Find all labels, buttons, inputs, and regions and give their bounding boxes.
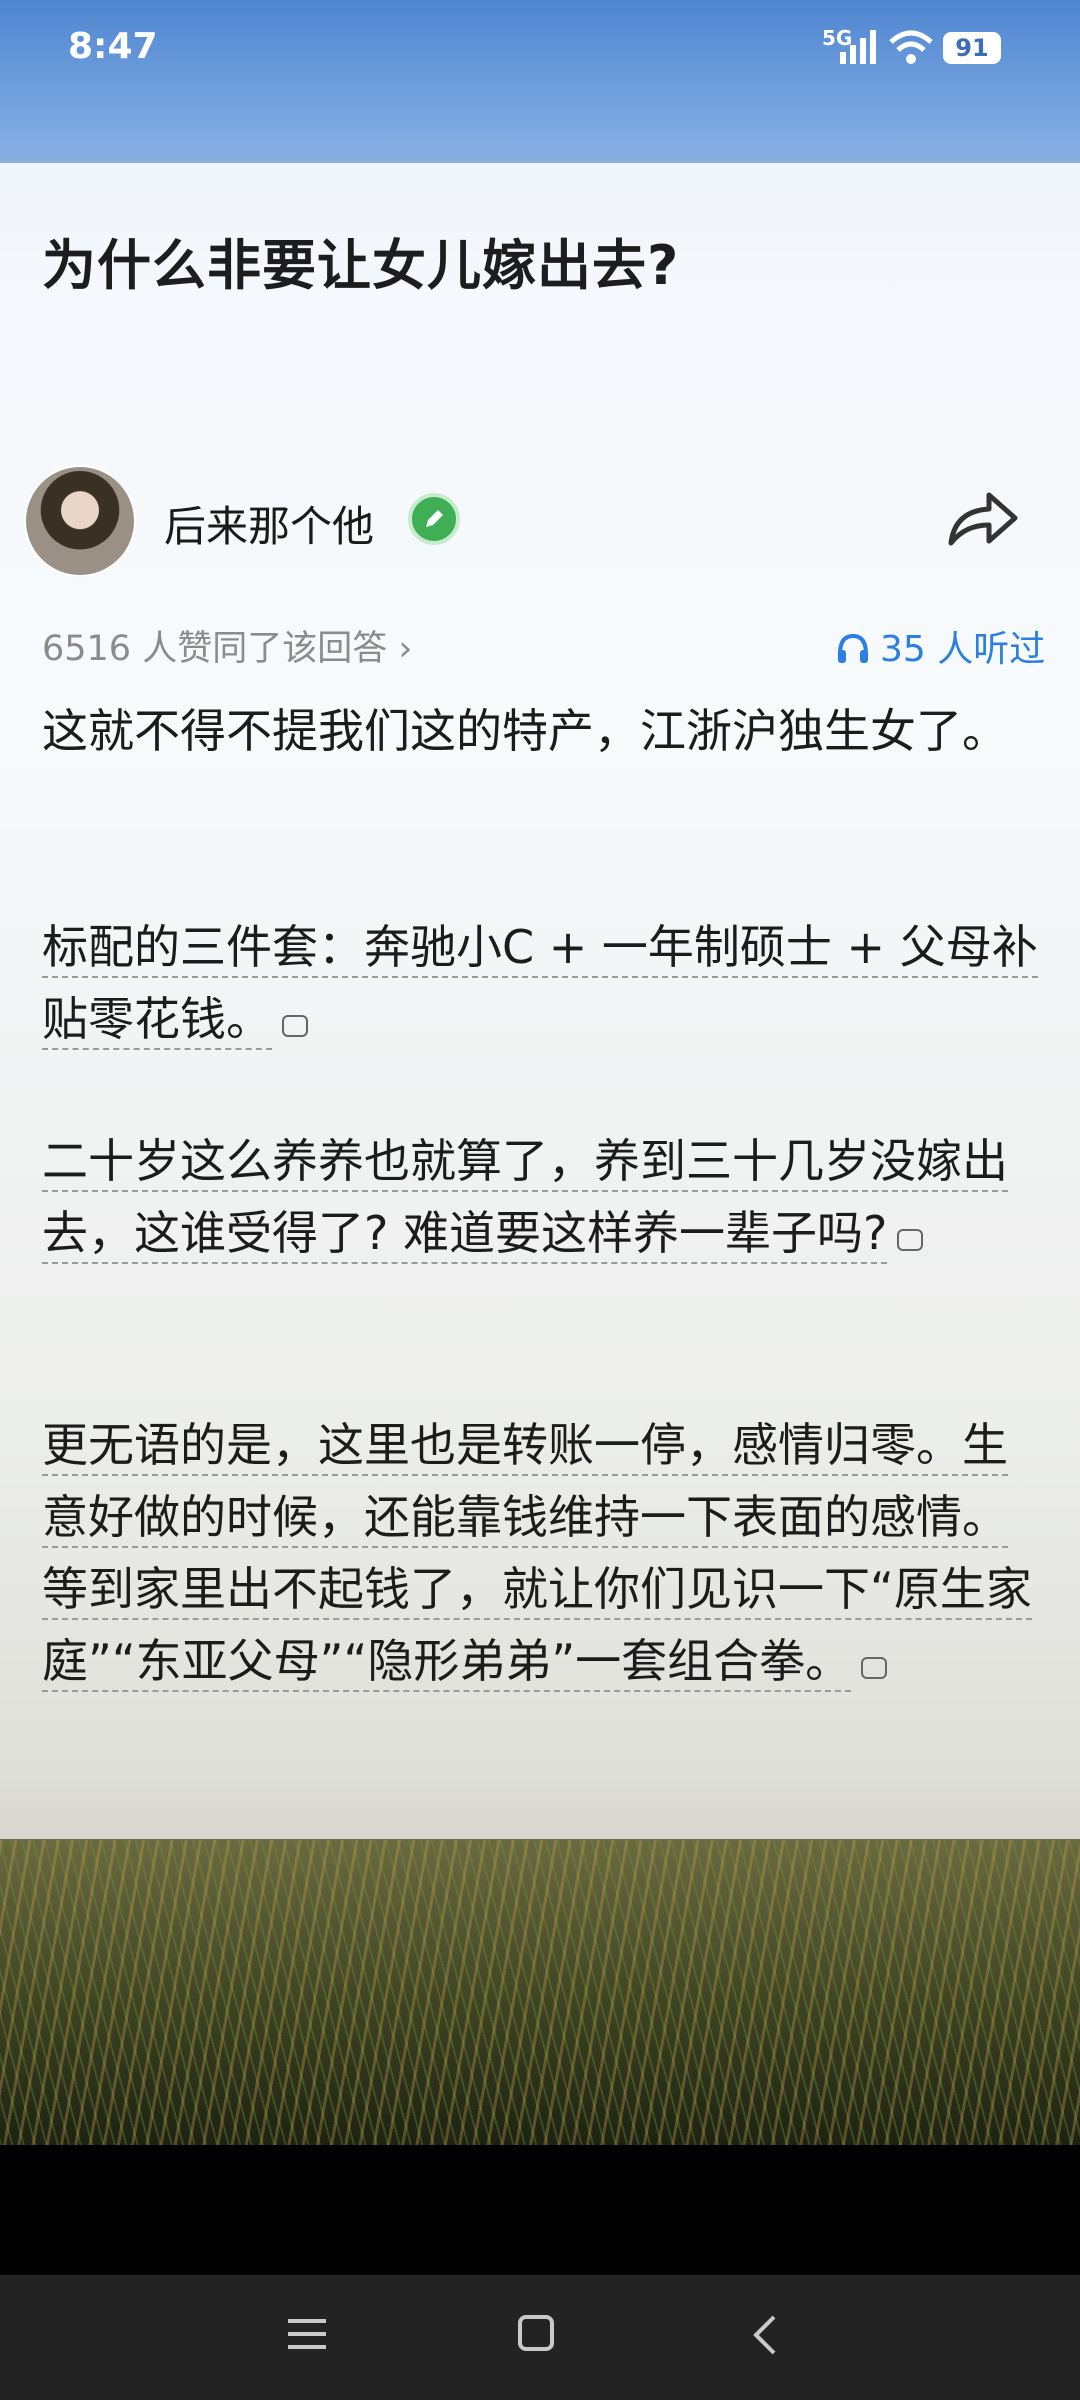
question-title[interactable]: 为什么非要让女儿嫁出去? xyxy=(42,221,679,300)
signal-icon xyxy=(840,30,876,64)
listen-count[interactable]: 35 人听过 xyxy=(836,620,1045,672)
paragraph-text: 这就不得不提我们这的特产，江浙沪独生女了。 xyxy=(42,704,1008,758)
menu-icon[interactable] xyxy=(288,2317,326,2351)
black-band xyxy=(0,2145,1080,2275)
votes-link[interactable]: 6516 人赞同了该回答 › xyxy=(42,620,412,671)
answer-paragraph-4: 更无语的是，这里也是转账一停，感情归零。生意好做的时候，还能靠钱维持一下表面的感… xyxy=(42,1409,1052,1697)
home-icon[interactable] xyxy=(518,2315,554,2351)
paragraph-text[interactable]: 更无语的是，这里也是转账一停，感情归零。生意好做的时候，还能靠钱维持一下表面的感… xyxy=(42,1418,1032,1692)
author-avatar[interactable] xyxy=(24,465,136,577)
back-icon[interactable] xyxy=(750,2313,780,2357)
pencil-badge-icon xyxy=(408,493,460,545)
headphones-icon xyxy=(838,633,868,663)
answer-paragraph-2: 标配的三件套：奔驰小C + 一年制硕士 + 父母补贴零花钱。 xyxy=(42,911,1052,1055)
comment-bubble-icon[interactable] xyxy=(861,1657,888,1679)
system-nav-bar xyxy=(0,2275,1080,2400)
grass-scenery xyxy=(0,1840,1080,2145)
share-arrow-icon[interactable] xyxy=(945,487,1021,549)
answer-paragraph-1: 这就不得不提我们这的特产，江浙沪独生女了。 xyxy=(42,695,1052,767)
answer-paragraph-3: 二十岁这么养养也就算了，养到三十几岁没嫁出去，这谁受得了? 难道要这样养一辈子吗… xyxy=(42,1125,1052,1269)
paragraph-text[interactable]: 标配的三件套：奔驰小C + 一年制硕士 + 父母补贴零花钱。 xyxy=(42,920,1038,1050)
paragraph-text[interactable]: 二十岁这么养养也就算了，养到三十几岁没嫁出去，这谁受得了? 难道要这样养一辈子吗… xyxy=(42,1134,1008,1264)
comment-bubble-icon[interactable] xyxy=(897,1229,924,1251)
listen-text: 35 人听过 xyxy=(880,629,1046,670)
answer-card: 为什么非要让女儿嫁出去? 后来那个他 6516 人赞同了该回答 › 35 人听过… xyxy=(0,163,1080,1839)
battery-icon: 91 xyxy=(943,32,1001,64)
wifi-icon xyxy=(889,30,933,64)
status-time: 8:47 xyxy=(68,26,158,67)
status-bar: 8:47 5G 91 xyxy=(0,0,1080,100)
comment-bubble-icon[interactable] xyxy=(282,1015,308,1037)
author-name[interactable]: 后来那个他 xyxy=(164,493,374,554)
